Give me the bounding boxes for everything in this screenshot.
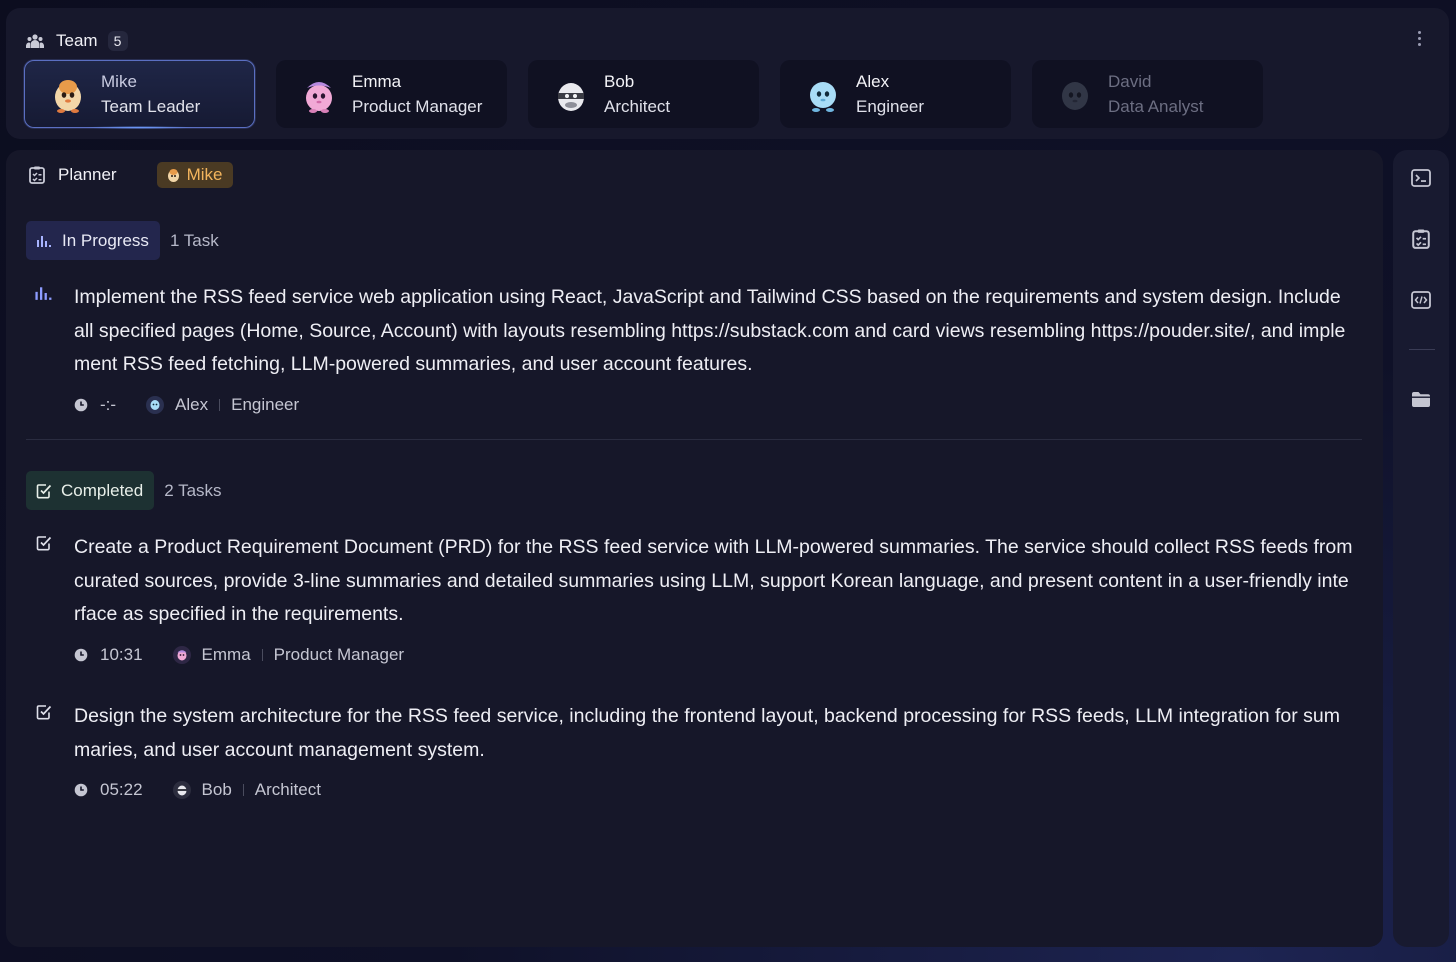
more-options-icon[interactable] (1409, 26, 1429, 50)
task-time: -:- (100, 394, 117, 414)
member-name: Mike (101, 71, 137, 91)
emma-avatar-icon (300, 74, 338, 114)
member-card-bob[interactable]: Bob Architect (528, 60, 759, 128)
member-name: David (1108, 71, 1152, 91)
in-progress-task-icon (34, 283, 54, 303)
task-assignee: Bob (201, 780, 232, 800)
team-header: Team 5 (26, 30, 128, 52)
planner-header: Planner Mike (28, 162, 233, 188)
task-meta: 10:31 Emma Product Manager (74, 644, 1354, 666)
planner-owner-badge: Mike (156, 162, 233, 188)
completed-section-header: Completed 2 Tasks (26, 471, 222, 510)
meta-separator (219, 398, 221, 411)
clock-icon (74, 648, 88, 662)
in-progress-icon (37, 235, 51, 247)
task-assignee-role: Product Manager (273, 644, 405, 664)
task-assignee: Alex (175, 394, 209, 414)
task-description: Create a Product Requirement Document (P… (74, 536, 1353, 626)
bob-avatar-icon (552, 74, 590, 114)
team-panel: Team 5 Mike Team Leader Emma Product Man… (6, 8, 1449, 139)
terminal-icon[interactable] (1410, 167, 1432, 189)
meta-separator (261, 648, 263, 661)
member-role: Data Analyst (1108, 96, 1204, 116)
task-time: 05:22 (100, 780, 143, 800)
team-count-badge: 5 (107, 31, 128, 51)
task-completed-check-icon (34, 702, 54, 722)
planner-panel: Planner Mike In Progress 1 Task Implemen… (6, 150, 1383, 947)
team-icon (26, 32, 44, 50)
planner-icon (28, 166, 46, 184)
clock-icon (74, 398, 88, 412)
completed-status-pill: Completed (26, 471, 155, 510)
member-role: Engineer (856, 96, 925, 116)
in-progress-label: In Progress (62, 230, 149, 250)
task-meta: 05:22 Bob Architect (74, 779, 1354, 801)
task-item: Implement the RSS feed service web appli… (34, 281, 1354, 416)
clock-icon (74, 783, 88, 797)
completed-icon (36, 483, 52, 498)
task-time: 10:31 (100, 644, 143, 664)
task-item: Design the system architecture for the R… (34, 700, 1354, 801)
checklist-icon[interactable] (1410, 228, 1432, 250)
member-card-emma[interactable]: Emma Product Manager (276, 60, 507, 128)
toolbar-divider (1409, 349, 1435, 350)
task-description: Design the system architecture for the R… (74, 705, 1340, 761)
folder-icon[interactable] (1410, 388, 1432, 410)
task-assignee-role: Engineer (231, 394, 300, 414)
bob-mini-avatar-icon (172, 781, 191, 800)
planner-owner-name: Mike (186, 165, 223, 184)
completed-label: Completed (61, 480, 144, 500)
member-role: Architect (604, 96, 671, 116)
completed-task-count: 2 Tasks (164, 480, 222, 500)
member-card-mike[interactable]: Mike Team Leader (24, 60, 255, 129)
emma-mini-avatar-icon (172, 645, 191, 664)
mike-avatar-icon (49, 74, 87, 114)
member-name: Bob (604, 71, 635, 91)
member-role: Team Leader (101, 96, 201, 116)
right-toolbar (1393, 150, 1449, 947)
member-card-alex[interactable]: Alex Engineer (780, 60, 1011, 128)
alex-mini-avatar-icon (146, 395, 165, 414)
task-item: Create a Product Requirement Document (P… (34, 531, 1354, 666)
alex-avatar-icon (804, 74, 842, 114)
mike-mini-avatar-icon (167, 169, 179, 182)
member-name: Alex (856, 71, 890, 91)
member-name: Emma (352, 71, 402, 91)
team-title: Team (56, 31, 98, 50)
task-completed-check-icon (34, 533, 54, 553)
in-progress-status-pill: In Progress (26, 221, 160, 260)
task-description: Implement the RSS feed service web appli… (74, 286, 1346, 376)
david-avatar-icon (1056, 74, 1094, 114)
member-role: Product Manager (352, 96, 483, 116)
member-card-david[interactable]: David Data Analyst (1032, 60, 1263, 128)
meta-separator (242, 784, 244, 797)
task-meta: -:- Alex Engineer (74, 394, 1354, 416)
planner-title: Planner (58, 165, 117, 184)
section-divider (26, 439, 1362, 440)
in-progress-section-header: In Progress 1 Task (26, 221, 219, 260)
task-assignee: Emma (201, 644, 251, 664)
team-member-list: Mike Team Leader Emma Product Manager Bo… (24, 60, 1263, 129)
code-icon[interactable] (1410, 289, 1432, 311)
task-assignee-role: Architect (254, 780, 321, 800)
in-progress-task-count: 1 Task (169, 230, 219, 250)
